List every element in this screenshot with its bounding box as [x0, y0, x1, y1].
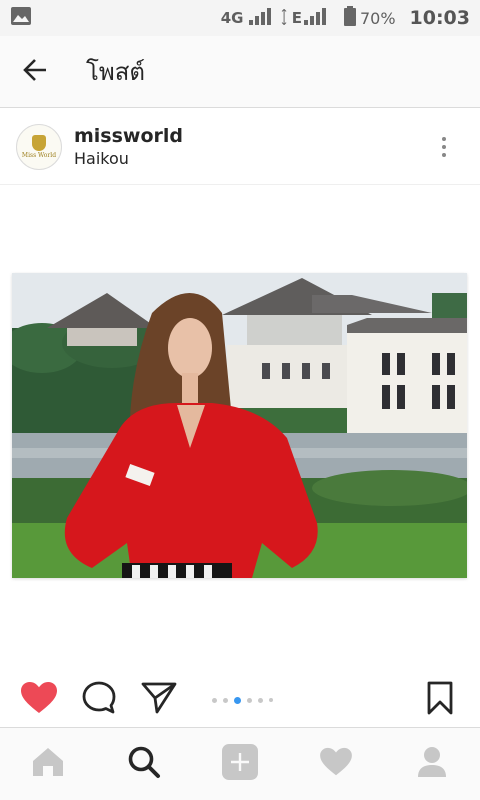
- more-dot: [442, 152, 446, 157]
- signal-icon: [249, 7, 275, 29]
- crest-icon: [32, 134, 46, 151]
- arrow-left-icon: [22, 58, 48, 86]
- heart-filled-icon: [20, 681, 58, 719]
- lte-indicator: E: [291, 9, 302, 27]
- back-button[interactable]: [0, 36, 70, 108]
- share-button[interactable]: [139, 680, 179, 720]
- share-icon: [141, 681, 177, 719]
- status-left: [10, 6, 32, 30]
- nav-search[interactable]: [114, 734, 174, 794]
- app-bar: โพสต์: [0, 36, 480, 108]
- post-header: Miss World missworld Haikou: [0, 109, 480, 185]
- avatar[interactable]: Miss World: [16, 123, 62, 170]
- search-icon: [127, 745, 161, 783]
- profile-icon: [417, 746, 447, 782]
- like-button[interactable]: [19, 680, 59, 720]
- action-bar: [0, 676, 480, 724]
- nav-home[interactable]: [18, 734, 78, 794]
- username-link[interactable]: missworld: [74, 124, 183, 148]
- more-dot: [442, 144, 446, 149]
- carousel-dot-active: [234, 696, 241, 704]
- network-type: 4G: [220, 9, 244, 27]
- nav-add[interactable]: [210, 734, 270, 794]
- user-block: missworld Haikou: [74, 124, 183, 170]
- battery-icon: [343, 6, 356, 30]
- clock: 10:03: [409, 7, 470, 29]
- save-button[interactable]: [420, 680, 460, 720]
- carousel-dot: [258, 697, 263, 703]
- carousel-dot: [269, 698, 273, 702]
- carousel-dot: [212, 697, 217, 703]
- nav-profile[interactable]: [402, 734, 462, 794]
- data-arrows-icon: ↑ ↓: [279, 7, 289, 28]
- more-options-button[interactable]: [434, 127, 454, 167]
- bottom-nav: [0, 727, 480, 800]
- status-bar: 4G ↑ ↓ E 70% 10:03: [0, 0, 480, 36]
- nav-activity[interactable]: [306, 734, 366, 794]
- page-title: โพสต์: [86, 58, 145, 86]
- avatar-brand: Miss World: [21, 151, 57, 159]
- add-icon: [222, 744, 258, 784]
- photo-illustration: [12, 273, 467, 578]
- carousel-dot: [223, 697, 228, 703]
- status-right: 4G ↑ ↓ E 70% 10:03: [221, 6, 470, 30]
- location-link[interactable]: Haikou: [74, 148, 183, 170]
- post-image[interactable]: [12, 273, 467, 578]
- carousel-dot: [247, 697, 252, 703]
- battery-percent: 70%: [359, 8, 396, 28]
- signal-icon-2: [303, 7, 330, 29]
- bookmark-icon: [427, 681, 453, 719]
- activity-icon: [319, 747, 353, 781]
- comment-icon: [81, 680, 117, 720]
- image-icon: [10, 6, 32, 30]
- comment-button[interactable]: [79, 680, 119, 720]
- more-dot: [442, 136, 446, 141]
- carousel-dots: [209, 696, 276, 704]
- home-icon: [32, 747, 64, 781]
